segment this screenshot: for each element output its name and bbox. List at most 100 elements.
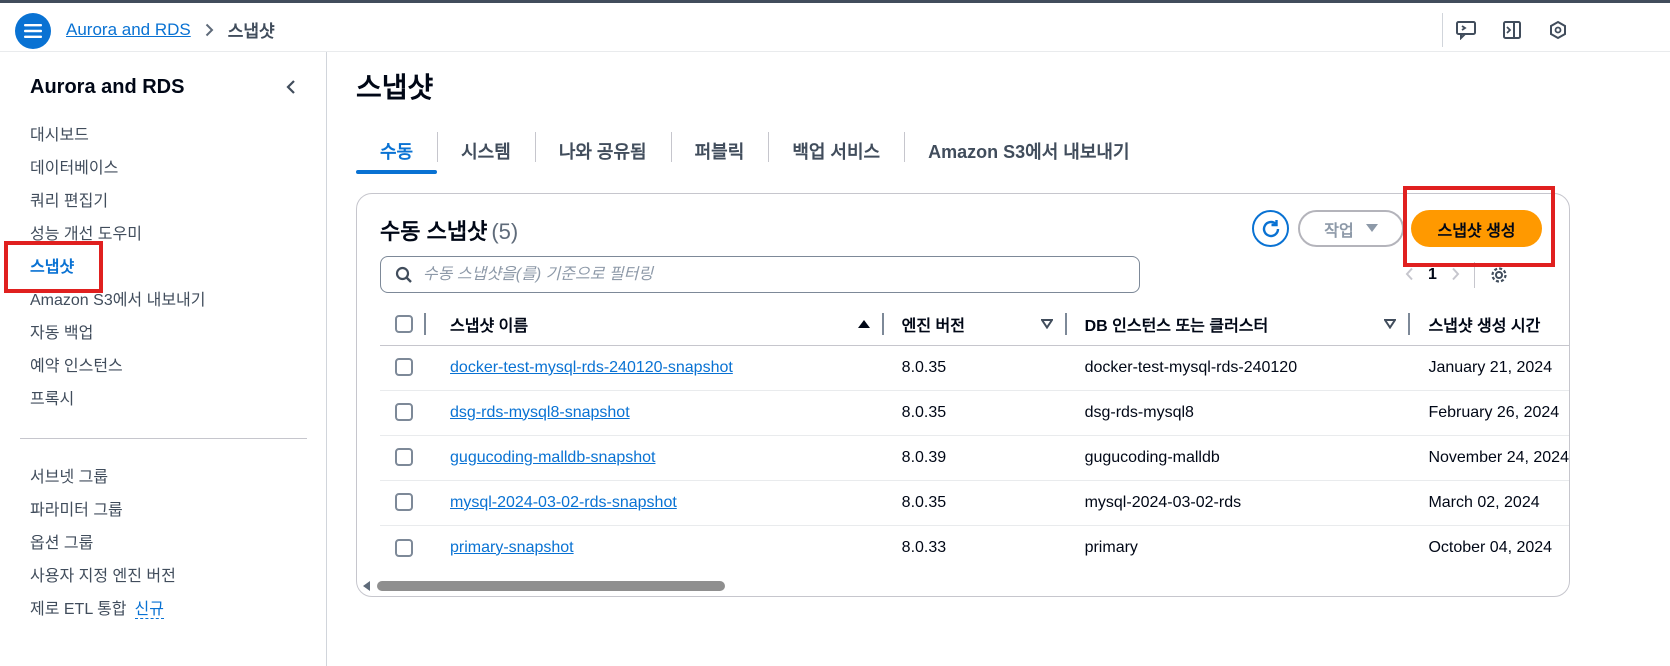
snapshot-count: (5) bbox=[491, 219, 519, 244]
panel-button[interactable] bbox=[1489, 13, 1535, 47]
creation-time-cell: January 21, 2024 bbox=[1410, 345, 1569, 391]
actions-label: 작업 bbox=[1324, 222, 1354, 240]
chevron-left-icon bbox=[286, 80, 295, 94]
tab-shared-with-me[interactable]: 나와 공유됨 bbox=[534, 128, 671, 174]
chevron-right-icon bbox=[1452, 267, 1460, 280]
tab-list: 수동 시스템 나와 공유됨 퍼블릭 백업 서비스 Amazon S3에서 내보내… bbox=[356, 128, 1154, 174]
db-instance-cell: dsg-rds-mysql8 bbox=[1066, 390, 1411, 436]
sidebar-nav-primary: 대시보드 데이터베이스 쿼리 편집기 성능 개선 도우미 스냅샷 Amazon … bbox=[30, 125, 205, 422]
sort-down-icon[interactable] bbox=[1384, 318, 1397, 329]
sidebar-item-s3-export[interactable]: Amazon S3에서 내보내기 bbox=[30, 290, 205, 323]
table-row: gugucoding-malldb-snapshot 8.0.39 guguco… bbox=[380, 435, 1569, 481]
breadcrumb-current: 스냅샷 bbox=[227, 22, 275, 41]
engine-version-cell: 8.0.35 bbox=[883, 390, 1067, 436]
table-row: dsg-rds-mysql8-snapshot 8.0.35 dsg-rds-m… bbox=[380, 390, 1569, 436]
creation-time-cell: November 24, 2024 bbox=[1410, 435, 1569, 481]
table-header-row: 스냅샷 이름 엔진 버전 DB 인스턴스 또는 클러스터 스냅샷 생성 시간 bbox=[380, 303, 1569, 346]
select-all-checkbox[interactable] bbox=[395, 314, 413, 333]
sort-ascending-icon[interactable] bbox=[857, 319, 870, 329]
creation-time-cell: March 02, 2024 bbox=[1410, 480, 1569, 526]
sidebar-close-button[interactable] bbox=[280, 76, 302, 98]
column-header-label: 엔진 버전 bbox=[901, 317, 965, 335]
column-header-db-instance[interactable]: DB 인스턴스 또는 클러스터 bbox=[1066, 303, 1411, 346]
column-header-name[interactable]: 스냅샷 이름 bbox=[426, 303, 884, 346]
tab-s3-export[interactable]: Amazon S3에서 내보내기 bbox=[904, 128, 1153, 174]
refresh-icon bbox=[1262, 219, 1279, 237]
snapshot-name-link[interactable]: docker-test-mysql-rds-240120-snapshot bbox=[450, 359, 733, 376]
next-page-button[interactable] bbox=[1451, 265, 1460, 286]
creation-time-cell: October 04, 2024 bbox=[1428, 538, 1553, 556]
refresh-button[interactable] bbox=[1252, 210, 1289, 247]
column-header-creation-time[interactable]: 스냅샷 생성 시간 bbox=[1410, 303, 1569, 346]
sidebar-item-proxies[interactable]: 프록시 bbox=[30, 389, 205, 422]
container-title: 수동 스냅샷 (5) bbox=[380, 214, 518, 246]
actions-dropdown-button[interactable]: 작업 bbox=[1298, 210, 1404, 247]
sidebar: Aurora and RDS 대시보드 데이터베이스 쿼리 편집기 성능 개선 … bbox=[0, 52, 327, 666]
create-snapshot-button[interactable]: 스냅샷 생성 bbox=[1411, 210, 1542, 247]
chevron-left-icon bbox=[1405, 267, 1413, 280]
sidebar-item-performance-insights[interactable]: 성능 개선 도우미 bbox=[30, 224, 205, 257]
scrollbar-thumb[interactable] bbox=[377, 581, 725, 591]
horizontal-scrollbar[interactable] bbox=[361, 579, 1567, 593]
sidebar-item-zero-etl[interactable]: 제로 ETL 통합 신규 bbox=[30, 599, 176, 632]
hamburger-icon bbox=[24, 24, 42, 38]
scroll-left-arrow-icon[interactable] bbox=[363, 581, 370, 591]
sidebar-item-subnet-groups[interactable]: 서브넷 그룹 bbox=[30, 467, 176, 500]
container-title-text: 수동 스냅샷 bbox=[380, 219, 488, 244]
table-row: mysql-2024-03-02-rds-snapshot 8.0.35 mys… bbox=[380, 480, 1569, 526]
sidebar-item-automated-backups[interactable]: 자동 백업 bbox=[30, 323, 205, 356]
page-title: 스냅샷 bbox=[356, 72, 434, 103]
snapshot-name-link[interactable]: primary-snapshot bbox=[450, 539, 574, 556]
row-checkbox[interactable] bbox=[395, 448, 413, 467]
menu-button[interactable] bbox=[15, 13, 51, 49]
feedback-button[interactable] bbox=[1443, 13, 1489, 47]
snapshot-name-link[interactable]: mysql-2024-03-02-rds-snapshot bbox=[450, 494, 677, 511]
filter-input[interactable] bbox=[423, 265, 1123, 284]
sidebar-item-snapshots[interactable]: 스냅샷 bbox=[30, 257, 205, 290]
column-header-label: 스냅샷 이름 bbox=[450, 317, 529, 335]
search-icon bbox=[395, 266, 412, 283]
db-instance-cell: docker-test-mysql-rds-240120 bbox=[1066, 345, 1411, 391]
sidebar-item-dashboard[interactable]: 대시보드 bbox=[30, 125, 205, 158]
row-checkbox[interactable] bbox=[395, 493, 413, 512]
sidebar-item-databases[interactable]: 데이터베이스 bbox=[30, 158, 205, 191]
snapshots-table: 스냅샷 이름 엔진 버전 DB 인스턴스 또는 클러스터 스냅샷 생성 시간 d… bbox=[380, 303, 1569, 570]
sidebar-item-reserved-instances[interactable]: 예약 인스턴스 bbox=[30, 356, 205, 389]
sidebar-item-custom-engine-versions[interactable]: 사용자 지정 엔진 버전 bbox=[30, 566, 176, 599]
tab-system[interactable]: 시스템 bbox=[437, 128, 535, 174]
sidebar-item-option-groups[interactable]: 옵션 그룹 bbox=[30, 533, 176, 566]
engine-version-cell: 8.0.35 bbox=[883, 480, 1067, 526]
caret-down-icon bbox=[1365, 224, 1378, 232]
snapshot-name-link[interactable]: dsg-rds-mysql8-snapshot bbox=[450, 404, 630, 421]
snapshot-name-link[interactable]: gugucoding-malldb-snapshot bbox=[450, 449, 655, 466]
engine-version-cell: 8.0.35 bbox=[883, 345, 1067, 391]
db-instance-cell: gugucoding-malldb bbox=[1066, 435, 1411, 481]
top-utility-icons bbox=[1442, 13, 1581, 47]
table-row: docker-test-mysql-rds-240120-snapshot 8.… bbox=[380, 345, 1569, 391]
tab-public[interactable]: 퍼블릭 bbox=[670, 128, 769, 174]
side-panel-icon bbox=[1503, 21, 1521, 39]
page-number-button[interactable]: 1 bbox=[1428, 266, 1437, 284]
prev-page-button[interactable] bbox=[1405, 265, 1414, 286]
sidebar-item-query-editor[interactable]: 쿼리 편집기 bbox=[30, 191, 205, 224]
select-all-header bbox=[380, 303, 427, 346]
engine-version-cell: 8.0.39 bbox=[883, 435, 1067, 481]
gear-icon bbox=[1491, 267, 1507, 283]
sidebar-item-parameter-groups[interactable]: 파라미터 그룹 bbox=[30, 500, 176, 533]
hexagon-icon bbox=[1550, 20, 1566, 40]
preferences-button[interactable] bbox=[1489, 265, 1509, 285]
column-header-engine-version[interactable]: 엔진 버전 bbox=[883, 303, 1067, 346]
db-instance-cell: primary bbox=[1084, 538, 1138, 556]
tab-backup-service[interactable]: 백업 서비스 bbox=[768, 128, 904, 174]
creation-time-cell: February 26, 2024 bbox=[1410, 390, 1569, 436]
row-checkbox[interactable] bbox=[395, 538, 413, 557]
engine-version-cell: 8.0.33 bbox=[901, 538, 947, 556]
tab-manual[interactable]: 수동 bbox=[356, 128, 438, 174]
sort-down-icon[interactable] bbox=[1040, 318, 1053, 329]
pagination-divider bbox=[1473, 262, 1475, 288]
breadcrumb-parent-link[interactable]: Aurora and RDS bbox=[66, 20, 191, 40]
settings-hex-button[interactable] bbox=[1535, 13, 1581, 47]
row-checkbox[interactable] bbox=[395, 358, 413, 377]
row-checkbox[interactable] bbox=[395, 403, 413, 422]
sidebar-item-label: 제로 ETL 통합 bbox=[30, 601, 127, 618]
